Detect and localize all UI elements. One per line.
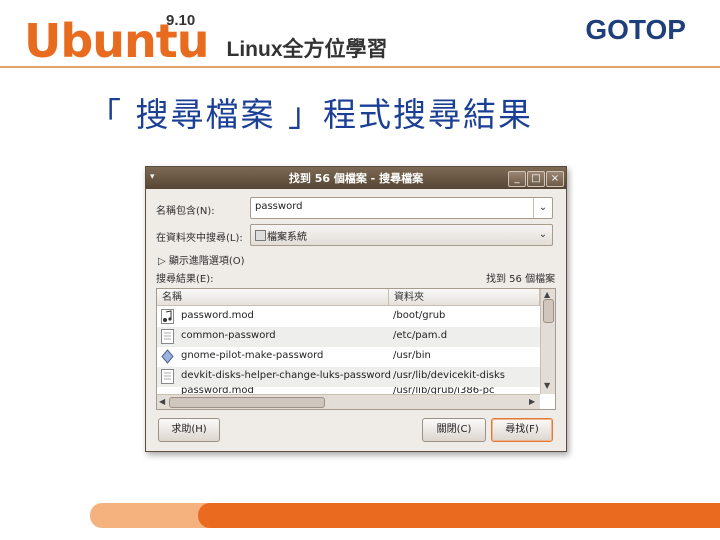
- folder-value: 檔案系統: [267, 232, 307, 243]
- executable-icon: [161, 349, 174, 364]
- scroll-up-icon[interactable]: ▲: [544, 290, 550, 299]
- logo-version: 9.10: [166, 12, 196, 29]
- logo-subtitle: Linux全方位學習: [226, 38, 388, 61]
- footer-bar: [198, 503, 720, 528]
- minimize-button[interactable]: _: [508, 171, 526, 187]
- name-label: 名稱包含(N):: [156, 206, 215, 217]
- scroll-down-icon[interactable]: ▼: [544, 381, 550, 390]
- maximize-button[interactable]: □: [527, 171, 545, 187]
- column-header-name[interactable]: 名稱: [157, 289, 389, 306]
- results-count: 找到 56 個檔案: [486, 274, 556, 285]
- name-input[interactable]: password: [255, 201, 302, 212]
- ubuntu-logo: Ubuntu 9.10 Linux全方位學習: [24, 12, 388, 64]
- results-label: 搜尋結果(E):: [156, 274, 214, 285]
- advanced-options-toggle[interactable]: ▷ 顯示進階選項(O): [158, 252, 245, 267]
- text-file-icon: [161, 329, 174, 344]
- table-row[interactable]: devkit-disks-helper-change-luks-password…: [157, 367, 540, 387]
- results-list[interactable]: 名稱 資料夾 password.mod /boot/grub common-pa…: [156, 288, 556, 410]
- horizontal-scrollbar[interactable]: ◀ ▶: [157, 394, 540, 409]
- folder-select[interactable]: 檔案系統 ⌄: [250, 224, 553, 246]
- row-folder: /boot/grub: [393, 310, 446, 321]
- table-row[interactable]: common-password /etc/pam.d: [157, 327, 540, 347]
- table-row[interactable]: password.mod /boot/grub: [157, 307, 540, 327]
- row-name: common-password: [181, 330, 276, 341]
- row-name: gnome-pilot-make-password: [181, 350, 324, 361]
- table-row[interactable]: gnome-pilot-make-password /usr/bin: [157, 347, 540, 367]
- header-divider: [0, 66, 720, 68]
- name-combo[interactable]: password ⌄: [250, 197, 553, 219]
- publisher-logo: GOTOP: [585, 14, 686, 45]
- row-name: password.mod: [181, 310, 254, 321]
- drive-icon: [255, 230, 266, 241]
- search-results-window: ▾ 找到 56 個檔案 - 搜尋檔案 _ □ × 名稱包含(N): passwo…: [145, 166, 567, 452]
- scroll-left-icon[interactable]: ◀: [159, 397, 165, 406]
- window-title: 找到 56 個檔案 - 搜尋檔案: [288, 172, 424, 185]
- vertical-scroll-thumb[interactable]: [543, 299, 554, 323]
- chevron-down-icon[interactable]: ⌄: [533, 198, 552, 218]
- row-folder: /usr/lib/devicekit-disks: [393, 370, 505, 381]
- music-file-icon: [161, 309, 174, 324]
- vertical-scrollbar[interactable]: ▲ ▼: [540, 289, 555, 394]
- row-name: devkit-disks-helper-change-luks-password: [181, 370, 391, 381]
- find-button[interactable]: 尋找(F): [491, 418, 553, 442]
- slide-title: 「 搜尋檔案 」程式搜尋結果: [88, 95, 533, 134]
- folder-label: 在資料夾中搜尋(L):: [156, 233, 243, 244]
- row-folder: /usr/bin: [393, 350, 431, 361]
- text-file-icon: [161, 369, 174, 384]
- close-button[interactable]: 關閉(C): [422, 418, 486, 442]
- column-header-folder[interactable]: 資料夾: [389, 289, 540, 306]
- row-folder: /etc/pam.d: [393, 330, 448, 341]
- window-titlebar[interactable]: ▾ 找到 56 個檔案 - 搜尋檔案 _ □ ×: [146, 167, 566, 189]
- close-window-button[interactable]: ×: [546, 171, 564, 187]
- help-button[interactable]: 求助(H): [158, 418, 220, 442]
- horizontal-scroll-thumb[interactable]: [169, 397, 325, 408]
- chevron-down-icon[interactable]: ⌄: [534, 225, 552, 245]
- scroll-right-icon[interactable]: ▶: [529, 397, 535, 406]
